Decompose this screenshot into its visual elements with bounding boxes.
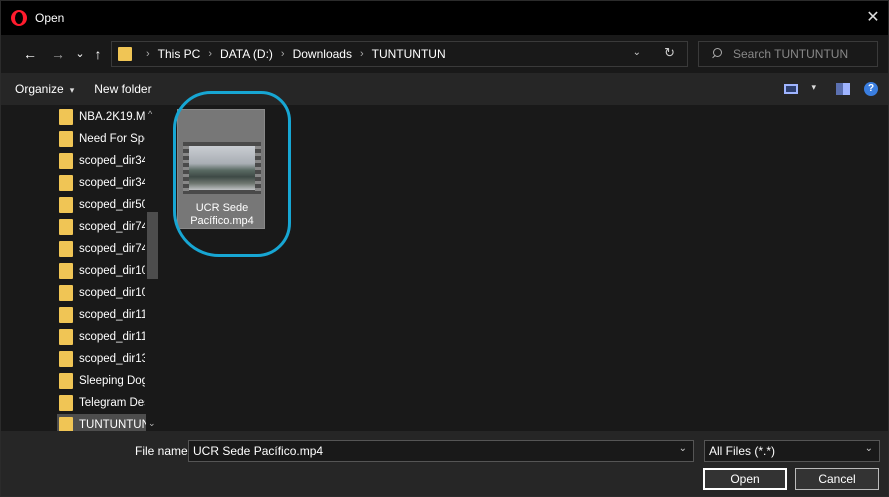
file-type-select[interactable]: All Files (*.*) ⌄ xyxy=(704,440,880,462)
folder-icon xyxy=(59,417,73,431)
nav-folder-item[interactable]: scoped_dir74 xyxy=(59,238,145,260)
breadcrumb-data-drive[interactable]: DATA (D:) xyxy=(220,47,273,61)
nav-folder-item[interactable]: scoped_dir10 xyxy=(59,260,145,282)
folder-icon xyxy=(118,47,132,61)
folder-icon xyxy=(59,197,73,213)
nav-folder-label: Sleeping Dog xyxy=(79,375,145,387)
navigation-pane: NBA.2K19.MU Need For Spe scoped_dir34 sc… xyxy=(1,105,161,431)
address-bar[interactable]: › This PC › DATA (D:) › Downloads › TUNT… xyxy=(111,41,688,67)
nav-folder-item[interactable]: Telegram Des xyxy=(59,392,145,414)
nav-folder-item[interactable]: NBA.2K19.MU xyxy=(59,106,145,128)
nav-folder-label: scoped_dir74 xyxy=(79,243,145,255)
file-name-dropdown-icon[interactable]: ⌄ xyxy=(679,443,687,454)
nav-folder-label: scoped_dir50 xyxy=(79,199,145,211)
close-button[interactable]: ✕ xyxy=(864,9,882,27)
folder-icon xyxy=(59,351,73,367)
nav-folder-item[interactable]: scoped_dir74 xyxy=(59,216,145,238)
breadcrumb-downloads[interactable]: Downloads xyxy=(293,47,352,61)
nav-folder-label: scoped_dir34 xyxy=(79,177,145,189)
nav-folder-item[interactable]: scoped_dir50 xyxy=(59,194,145,216)
nav-folder-label: scoped_dir34 xyxy=(79,155,145,167)
breadcrumb-separator: › xyxy=(280,48,285,60)
help-icon[interactable]: ? xyxy=(864,82,878,96)
scroll-down-icon[interactable]: ⌄ xyxy=(148,418,156,429)
file-type-dropdown-icon[interactable]: ⌄ xyxy=(865,443,873,454)
toolbar: Organize ▾ New folder ▾ ? xyxy=(1,73,888,105)
search-input[interactable] xyxy=(733,47,873,61)
file-name-field-label: File name: xyxy=(135,444,192,458)
window-title: Open xyxy=(35,11,65,25)
breadcrumb-separator: › xyxy=(359,48,364,60)
organize-button[interactable]: Organize ▾ xyxy=(15,82,74,96)
folder-icon xyxy=(59,241,73,257)
refresh-button[interactable]: ↻ xyxy=(664,45,675,61)
title-bar: Open ✕ xyxy=(1,1,888,35)
nav-scrollbar[interactable]: ^ ⌄ xyxy=(146,105,160,431)
nav-folder-item[interactable]: Need For Spe xyxy=(59,128,145,150)
nav-folder-item[interactable]: scoped_dir13 xyxy=(59,348,145,370)
nav-folder-label: scoped_dir11 xyxy=(79,331,145,343)
nav-folder-label: scoped_dir10 xyxy=(79,265,145,277)
nav-folder-item-selected[interactable]: TUNTUNTUN xyxy=(57,414,149,431)
folder-icon xyxy=(59,285,73,301)
nav-folder-label: scoped_dir11 xyxy=(79,309,145,321)
open-button[interactable]: Open xyxy=(703,468,787,490)
bottom-panel: File name: UCR Sede Pacífico.mp4 ⌄ All F… xyxy=(1,431,888,496)
nav-folder-item[interactable]: scoped_dir34 xyxy=(59,172,145,194)
breadcrumb-this-pc[interactable]: This PC xyxy=(158,47,201,61)
nav-folder-label: NBA.2K19.MU xyxy=(79,111,145,123)
folder-icon xyxy=(59,153,73,169)
opera-logo-icon xyxy=(11,10,27,26)
file-list: UCR Sede Pacífico.mp4 xyxy=(161,91,888,431)
scroll-thumb[interactable] xyxy=(147,212,158,279)
file-name-input[interactable]: UCR Sede Pacífico.mp4 ⌄ xyxy=(188,440,694,462)
nav-folder-label: scoped_dir13 xyxy=(79,353,145,365)
recent-locations-button[interactable]: ⌄ xyxy=(71,45,89,63)
breadcrumb: › This PC › DATA (D:) › Downloads › TUNT… xyxy=(138,47,446,61)
search-box[interactable] xyxy=(698,41,878,67)
scroll-up-icon[interactable]: ^ xyxy=(148,109,152,119)
nav-folder-item[interactable]: scoped_dir34 xyxy=(59,150,145,172)
organize-label: Organize xyxy=(15,82,64,96)
folder-icon xyxy=(59,307,73,323)
preview-pane-icon[interactable] xyxy=(836,83,850,95)
nav-folder-item[interactable]: scoped_dir11 xyxy=(59,304,145,326)
back-button[interactable]: ← xyxy=(21,45,39,63)
up-button[interactable]: ↑ xyxy=(89,45,107,63)
open-file-dialog: Open ✕ ← → ⌄ ↑ › This PC › DATA (D:) › D… xyxy=(0,0,889,497)
folder-icon xyxy=(59,175,73,191)
nav-folder-item[interactable]: scoped_dir10 xyxy=(59,282,145,304)
search-icon xyxy=(711,48,723,60)
nav-folder-label: Telegram Des xyxy=(79,397,145,409)
folder-icon xyxy=(59,329,73,345)
forward-button[interactable]: → xyxy=(49,45,67,63)
folder-icon xyxy=(59,395,73,411)
folder-icon xyxy=(59,109,73,125)
address-dropdown-button[interactable]: ⌄ xyxy=(633,47,641,58)
folder-icon xyxy=(59,373,73,389)
folder-icon xyxy=(59,219,73,235)
breadcrumb-separator: › xyxy=(208,48,213,60)
folder-icon xyxy=(59,263,73,279)
nav-folder-item[interactable]: scoped_dir11 xyxy=(59,326,145,348)
file-type-value: All Files (*.*) xyxy=(709,444,776,458)
new-folder-button[interactable]: New folder xyxy=(94,82,151,96)
nav-folder-label: Need For Spe xyxy=(79,133,145,145)
breadcrumb-tuntuntun[interactable]: TUNTUNTUN xyxy=(372,47,446,61)
change-view-icon[interactable] xyxy=(784,84,798,94)
chevron-down-icon: ▾ xyxy=(69,85,75,95)
folder-icon xyxy=(59,131,73,147)
address-row: ← → ⌄ ↑ › This PC › DATA (D:) › Download… xyxy=(1,35,888,73)
nav-folder-label: scoped_dir10 xyxy=(79,287,145,299)
nav-folder-label: scoped_dir74 xyxy=(79,221,145,233)
nav-folder-label: TUNTUNTUN xyxy=(79,419,149,431)
cancel-button[interactable]: Cancel xyxy=(795,468,879,490)
nav-folder-item[interactable]: Sleeping Dog xyxy=(59,370,145,392)
breadcrumb-separator: › xyxy=(146,48,150,60)
annotation-circle xyxy=(173,91,291,257)
file-name-value: UCR Sede Pacífico.mp4 xyxy=(193,444,324,458)
view-options-chevron-icon[interactable]: ▾ xyxy=(811,82,816,93)
